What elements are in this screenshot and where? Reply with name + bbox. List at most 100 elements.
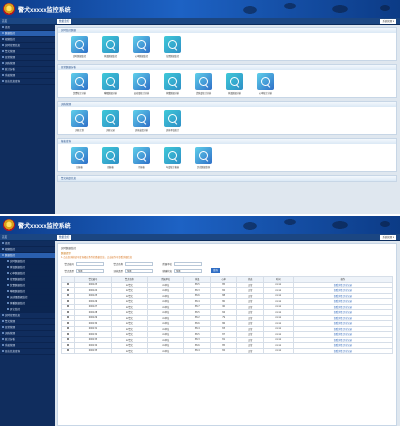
bullet-icon xyxy=(2,62,4,64)
module-item[interactable]: 心率数据监控 xyxy=(126,36,157,58)
table-cell: xx:xx xyxy=(262,347,294,354)
sidebar-item[interactable]: 日志信息查询 xyxy=(0,349,55,355)
filter-input[interactable] xyxy=(125,261,153,266)
sidebar-item-label: 位置数据监控 xyxy=(10,278,26,281)
filter-label: 警犬名称 xyxy=(113,262,123,266)
module-item[interactable]: 周报表 xyxy=(95,147,126,169)
row-checkbox[interactable] xyxy=(67,283,70,286)
tab-bar: 首页 数据监控 系统管理 ▾ xyxy=(0,234,400,241)
module-item[interactable]: 训练记录 xyxy=(95,110,126,132)
module-item[interactable]: 年度统计报表 xyxy=(157,147,188,169)
module-item[interactable]: 运动量统计分析 xyxy=(126,73,157,95)
sidebar-item[interactable]: 日志信息查询 xyxy=(0,79,55,85)
row-checkbox[interactable] xyxy=(67,310,70,313)
row-checkbox[interactable] xyxy=(67,294,70,297)
sidebar-item-label: 视频监控 xyxy=(5,38,16,41)
filter-input[interactable] xyxy=(174,261,202,266)
sidebar-item-label: 体温数据监控 xyxy=(10,266,26,269)
magnifier-icon xyxy=(102,147,119,164)
module-item[interactable]: 体温数据监控 xyxy=(95,36,126,58)
module-section: 日常数据分析 饮食统计分析 睡眠数据分析 运动量统计分析 体重数据分析 活跃度统计分析 体温… xyxy=(57,64,397,98)
sidebar-item-label: 实时位置信息 xyxy=(5,314,21,317)
module-item[interactable]: 训练成绩分析 xyxy=(126,110,157,132)
module-item[interactable]: 日报表 xyxy=(64,147,95,169)
module-item[interactable]: 实时数据监控 xyxy=(64,36,95,58)
module-item-label: 心率数据监控 xyxy=(134,55,149,58)
module-item[interactable]: 心率统计分析 xyxy=(250,73,281,95)
row-actions[interactable]: 查看详情 历史记录 xyxy=(292,347,394,354)
bullet-icon xyxy=(2,326,4,328)
bullet-icon xyxy=(7,278,9,280)
magnifier-icon xyxy=(164,36,181,53)
row-checkbox[interactable] xyxy=(67,299,70,302)
sidebar: 首页 视频监控 数据监控 实时数据监控 体温数据监控 心率数据监控 位置数据监控 饮食数据监控… xyxy=(0,241,55,426)
magnifier-icon xyxy=(226,73,243,90)
bullet-icon xyxy=(2,38,4,40)
module-item[interactable]: 位置数据监控 xyxy=(157,36,188,58)
row-checkbox[interactable] xyxy=(67,288,70,291)
system-menu-button[interactable]: 系统管理 ▾ xyxy=(380,19,396,24)
magnifier-icon xyxy=(164,110,181,127)
sidebar-item-label: 实时数据监控 xyxy=(10,260,26,263)
row-checkbox[interactable] xyxy=(67,332,70,335)
filter-row-2: 警犬类型 训练类型 健康状态 查询 xyxy=(61,267,393,274)
row-checkbox[interactable] xyxy=(67,305,70,308)
sidebar-item-label: 其它监控 xyxy=(10,308,21,311)
filter-input[interactable] xyxy=(76,261,104,266)
magnifier-icon xyxy=(195,147,212,164)
sidebar-item-label: 数据监控 xyxy=(5,254,16,257)
module-item[interactable]: 饮食统计分析 xyxy=(64,73,95,95)
bullet-icon xyxy=(7,260,9,262)
app-title: 警犬xxxxx监控系统 xyxy=(18,8,71,14)
tab-bar: 首页 数据监控 系统管理 ▾ xyxy=(0,18,400,25)
sidebar-item-label: 运动量数据监控 xyxy=(10,296,28,299)
table-cell: 正常 xyxy=(236,347,264,354)
sidebar-item-label: 训练管理 xyxy=(5,62,16,65)
filter-input[interactable] xyxy=(174,268,202,273)
filter-label: 健康状态 xyxy=(162,269,172,273)
row-checkbox[interactable] xyxy=(67,321,70,324)
sidebar-item-label: 警犬管理 xyxy=(5,50,16,53)
module-section: 训练管理 训练计划 训练记录 训练成绩分析 训练考核统计 xyxy=(57,101,397,135)
module-item[interactable]: 体温数据分析 xyxy=(219,73,250,95)
magnifier-icon xyxy=(195,73,212,90)
query-button[interactable]: 查询 xyxy=(211,268,220,273)
module-item[interactable]: 训练计划 xyxy=(64,110,95,132)
filter-row-1: 警犬编号 警犬名称 所属单位 xyxy=(61,260,393,267)
filter-label: 所属单位 xyxy=(162,262,172,266)
sidebar-item-label: 数据监控 xyxy=(5,32,16,35)
bullet-icon xyxy=(2,320,4,322)
module-item-label: 心率统计分析 xyxy=(258,92,273,95)
home-link[interactable]: 首页 xyxy=(2,19,7,23)
filter-input[interactable] xyxy=(76,268,104,273)
content-panel: 实时数据监控 数据提示 1.点击查询按钮可查询相应条件的数据信息，点击操作可查看… xyxy=(57,243,397,426)
module-item[interactable]: 体重数据分析 xyxy=(157,73,188,95)
tab-data-monitor[interactable]: 数据监控 xyxy=(57,235,72,240)
table-cell: 82 xyxy=(209,347,238,354)
sidebar: 首页 数据监控 视频监控 实时位置信息 警犬管理 日常管理 训练管理 统计分析 系统管理 日志信息… xyxy=(0,25,55,214)
magnifier-icon xyxy=(71,147,88,164)
row-checkbox[interactable] xyxy=(67,316,70,319)
module-item[interactable]: 睡眠数据分析 xyxy=(95,73,126,95)
module-item[interactable]: 活跃度统计分析 xyxy=(188,73,219,95)
section-items: 日报表 周报表 月报表 年度统计报表 历史数据查询 xyxy=(58,144,396,171)
system-menu-button[interactable]: 系统管理 ▾ xyxy=(380,235,396,240)
row-checkbox[interactable] xyxy=(67,343,70,346)
magnifier-icon xyxy=(133,36,150,53)
home-link[interactable]: 首页 xyxy=(2,235,7,239)
row-checkbox[interactable] xyxy=(67,338,70,341)
filter-label: 警犬类型 xyxy=(64,269,74,273)
module-item[interactable]: 月报表 xyxy=(126,147,157,169)
screen-dashboard: 警犬xxxxx监控系统 首页 数据监控 系统管理 ▾ 首页 数据监控 视频监控 实时位… xyxy=(0,0,400,214)
module-item-label: 训练成绩分析 xyxy=(134,129,149,132)
row-checkbox[interactable] xyxy=(67,349,70,352)
filter-input[interactable] xyxy=(125,268,153,273)
magnifier-icon xyxy=(164,147,181,164)
row-checkbox[interactable] xyxy=(67,327,70,330)
tab-data-monitor[interactable]: 数据监控 xyxy=(57,19,72,24)
data-table: 警犬编号 警犬名称 所属单位 体温 心率 状态 时间 操作 000123 xx警犬 xx单位 38.… xyxy=(60,276,394,354)
module-item[interactable]: 历史数据查询 xyxy=(188,147,219,169)
module-item-label: 饮食统计分析 xyxy=(72,92,87,95)
sidebar-item-label: 心率数据监控 xyxy=(10,272,26,275)
module-item[interactable]: 训练考核统计 xyxy=(157,110,188,132)
